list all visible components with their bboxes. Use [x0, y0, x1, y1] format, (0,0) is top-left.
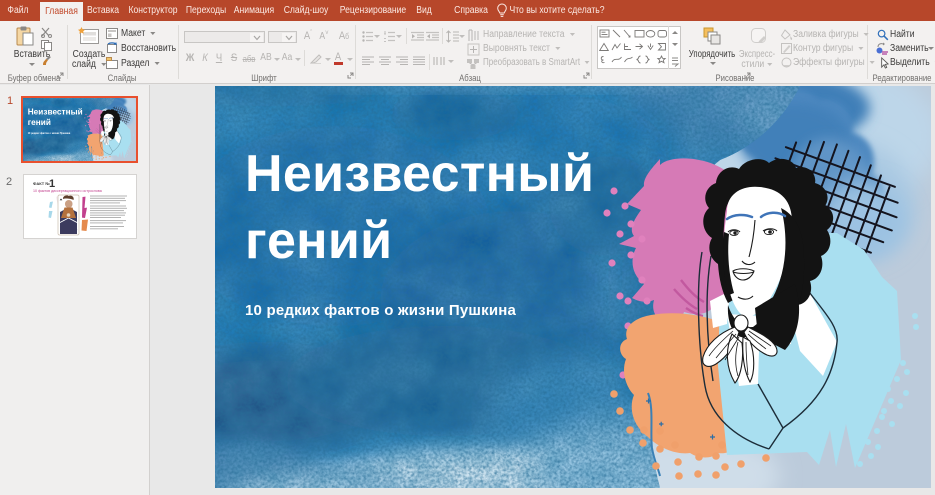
svg-text:ФАКТ №: ФАКТ № [33, 181, 50, 186]
svg-text:10 фактов диссертационного ост: 10 фактов диссертационного острослова [33, 189, 102, 193]
